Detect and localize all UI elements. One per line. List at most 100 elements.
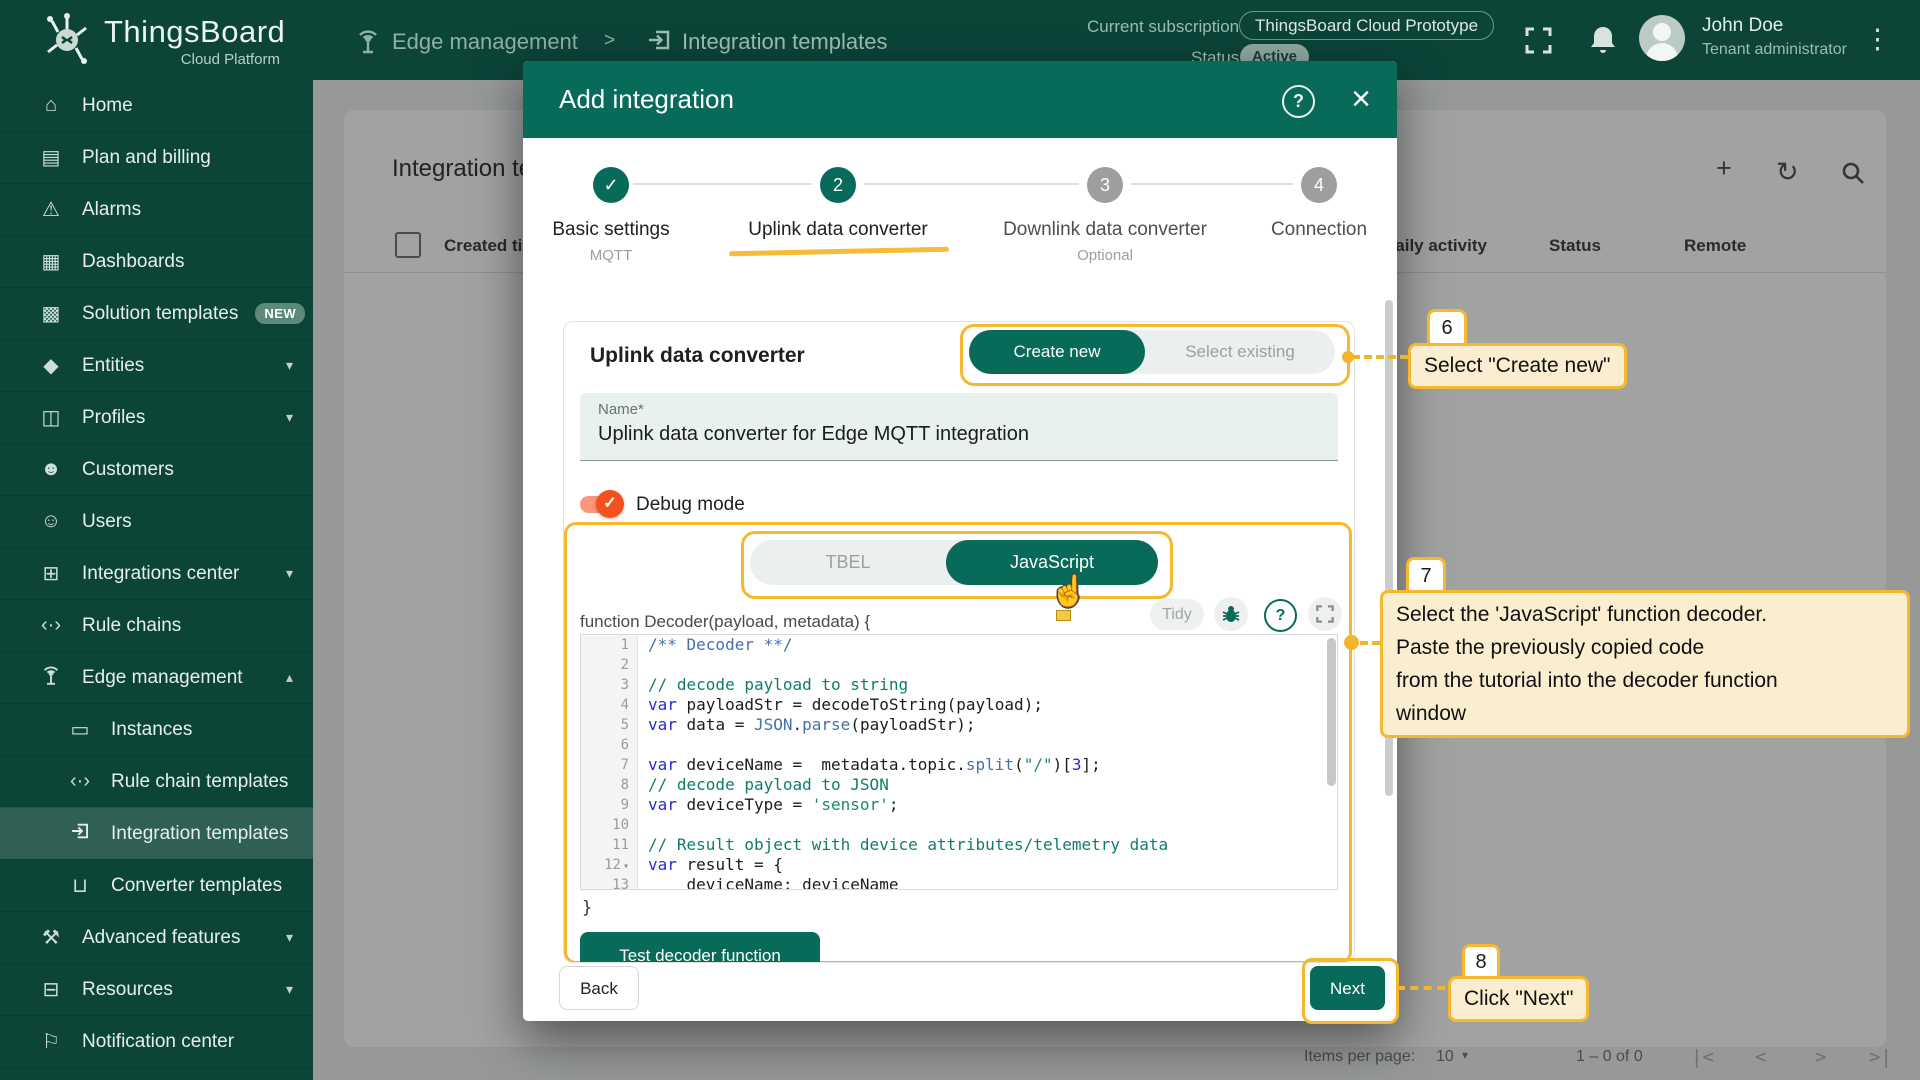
billing-card-icon: ▤ [41, 147, 61, 169]
next-button[interactable]: Next [1310, 966, 1385, 1010]
sidebar-item-dashboards[interactable]: ▦ Dashboards [0, 235, 313, 287]
chevron-up-icon: ▴ [285, 669, 293, 685]
step1-circle-check-icon[interactable]: ✓ [593, 167, 629, 203]
uplink-converter-section: Uplink data converter Create new Select … [563, 321, 1355, 963]
step3-label[interactable]: Downlink data converter [985, 219, 1225, 241]
sidebar-item-edge-management[interactable]: Edge management ▴ [0, 651, 313, 703]
chevron-down-icon: ▾ [285, 409, 293, 425]
sidebar-item-integration-templates[interactable]: Integration templates [0, 807, 313, 859]
sidebar-item-customers[interactable]: ☻ Customers [0, 443, 313, 495]
step-connector [633, 183, 812, 185]
converter-templates-icon: ⊔ [72, 875, 88, 897]
step2-label[interactable]: Uplink data converter [728, 219, 948, 241]
sidebar-item-rule-chains[interactable]: ‹·› Rule chains [0, 599, 313, 651]
dialog-scrollbar[interactable] [1385, 300, 1393, 796]
sidebar-item-label: Notification center [82, 1030, 235, 1052]
sidebar-item-alarms[interactable]: ⚠ Alarms [0, 183, 313, 235]
dialog-title: Add integration [559, 84, 734, 114]
app-title[interactable]: ThingsBoard [104, 14, 285, 50]
sidebar-item-label: Edge management [82, 666, 243, 688]
editor-fullscreen-icon[interactable] [1308, 597, 1342, 631]
step4-label[interactable]: Connection [1209, 219, 1429, 241]
editor-scrollbar[interactable] [1327, 638, 1336, 786]
debug-bug-icon[interactable] [1214, 597, 1248, 631]
tbel-toggle[interactable]: TBEL [750, 540, 946, 585]
sidebar-item-label: Alarms [82, 198, 142, 220]
sidebar-item-advanced-features[interactable]: ⚒ Advanced features ▾ [0, 911, 313, 963]
solution-templates-icon: ▩ [41, 303, 61, 325]
integration-templates-icon [649, 30, 670, 50]
kebab-menu-icon[interactable]: ⋮ [1864, 24, 1891, 55]
sidebar-item-instances[interactable]: ▭ Instances [0, 703, 313, 755]
breadcrumb-page[interactable]: Integration templates [682, 29, 887, 55]
breadcrumb-separator: > [604, 30, 616, 51]
test-decoder-button[interactable]: Test decoder function [580, 932, 820, 962]
alarm-warning-icon: ⚠ [42, 199, 60, 221]
decoder-help-icon[interactable]: ? [1264, 599, 1297, 632]
sidebar-item-label: Home [82, 94, 133, 116]
debug-mode-label: Debug mode [636, 494, 745, 515]
sidebar-item-label: Profiles [82, 406, 146, 428]
step2-circle[interactable]: 2 [820, 167, 856, 203]
select-existing-toggle[interactable]: Select existing [1145, 330, 1335, 374]
sidebar-item-profiles[interactable]: ◫ Profiles ▾ [0, 391, 313, 443]
sidebar-item-label: Advanced features [82, 926, 241, 948]
name-field[interactable]: Name* Uplink data converter for Edge MQT… [580, 393, 1338, 461]
tidy-button[interactable]: Tidy [1150, 599, 1204, 630]
step4-circle[interactable]: 4 [1301, 167, 1337, 203]
sidebar-item-label: Plan and billing [82, 146, 211, 168]
entities-icon: ◆ [43, 355, 59, 377]
new-badge: NEW [255, 303, 306, 324]
create-new-toggle[interactable]: Create new [969, 330, 1145, 374]
debug-toggle-check-icon[interactable]: ✓ [596, 490, 624, 518]
sidebar-item-plan-and-billing[interactable]: ▤ Plan and billing [0, 131, 313, 183]
section-heading: Uplink data converter [590, 344, 805, 367]
dialog-header: Add integration ? × [523, 61, 1397, 138]
sidebar-item-converter-templates[interactable]: ⊔ Converter templates [0, 859, 313, 911]
code-editor[interactable]: 1/** Decoder **/2 3// decode payload to s… [580, 634, 1338, 890]
subscription-badge[interactable]: ThingsBoard Cloud Prototype [1239, 11, 1495, 40]
chevron-down-icon: ▾ [285, 929, 293, 945]
sidebar-item-notification-center[interactable]: ⚐ Notification center [0, 1015, 313, 1067]
breadcrumb-section[interactable]: Edge management [392, 29, 578, 55]
sidebar-item-label: Resources [82, 978, 173, 1000]
sidebar-item-resources[interactable]: ⊟ Resources ▾ [0, 963, 313, 1015]
name-field-label: Name* [598, 401, 644, 418]
users-icon: ☺ [40, 510, 62, 532]
sidebar-item-label: Solution templates [82, 302, 239, 324]
edge-management-icon [37, 663, 65, 693]
sidebar-item-rule-chain-templates[interactable]: ‹·› Rule chain templates [0, 755, 313, 807]
fullscreen-icon[interactable] [1525, 27, 1552, 54]
name-field-value[interactable]: Uplink data converter for Edge MQTT inte… [598, 423, 1029, 446]
dashboards-icon: ▦ [41, 251, 61, 273]
close-icon[interactable]: × [1351, 79, 1371, 119]
instances-icon: ▭ [70, 719, 90, 741]
resources-icon: ⊟ [42, 979, 60, 1001]
chevron-down-icon: ▾ [285, 981, 293, 997]
step1-sublabel: MQTT [589, 247, 633, 264]
step-connector [1131, 183, 1293, 185]
back-button[interactable]: Back [559, 966, 639, 1010]
sidebar-item-entities[interactable]: ◆ Entities ▾ [0, 339, 313, 391]
sidebar-item-label: Entities [82, 354, 145, 376]
sidebar-item-api-usage[interactable]: ◔ API usage [0, 1067, 313, 1080]
sidebar-item-label: Rule chain templates [111, 770, 289, 792]
chevron-down-icon: ▾ [285, 357, 293, 373]
step3-circle[interactable]: 3 [1087, 167, 1123, 203]
sidebar-item-integrations-center[interactable]: ⊞ Integrations center ▾ [0, 547, 313, 599]
sidebar-item-users[interactable]: ☺ Users [0, 495, 313, 547]
notifications-bell-icon[interactable] [1589, 25, 1617, 55]
help-icon[interactable]: ? [1282, 85, 1315, 118]
customers-icon: ☻ [40, 458, 62, 480]
step1-label[interactable]: Basic settings [501, 219, 721, 241]
thingsboard-logo-icon [47, 13, 87, 64]
avatar[interactable] [1639, 15, 1685, 61]
add-integration-dialog: Add integration ? × ✓ 2 3 4 Basic settin… [523, 61, 1399, 1024]
sidebar-item-home[interactable]: ⌂ Home [0, 80, 313, 131]
sidebar-item-solution-templates[interactable]: ▩ Solution templates NEW [0, 287, 313, 339]
advanced-features-icon: ⚒ [42, 927, 60, 949]
screen: ThingsBoard Cloud Platform Edge manageme… [0, 0, 1920, 1080]
script-language-toggle: TBEL JavaScript [750, 540, 1158, 585]
sidebar-item-label: Integrations center [82, 562, 240, 584]
subscription-label: Current subscription [1087, 17, 1240, 36]
